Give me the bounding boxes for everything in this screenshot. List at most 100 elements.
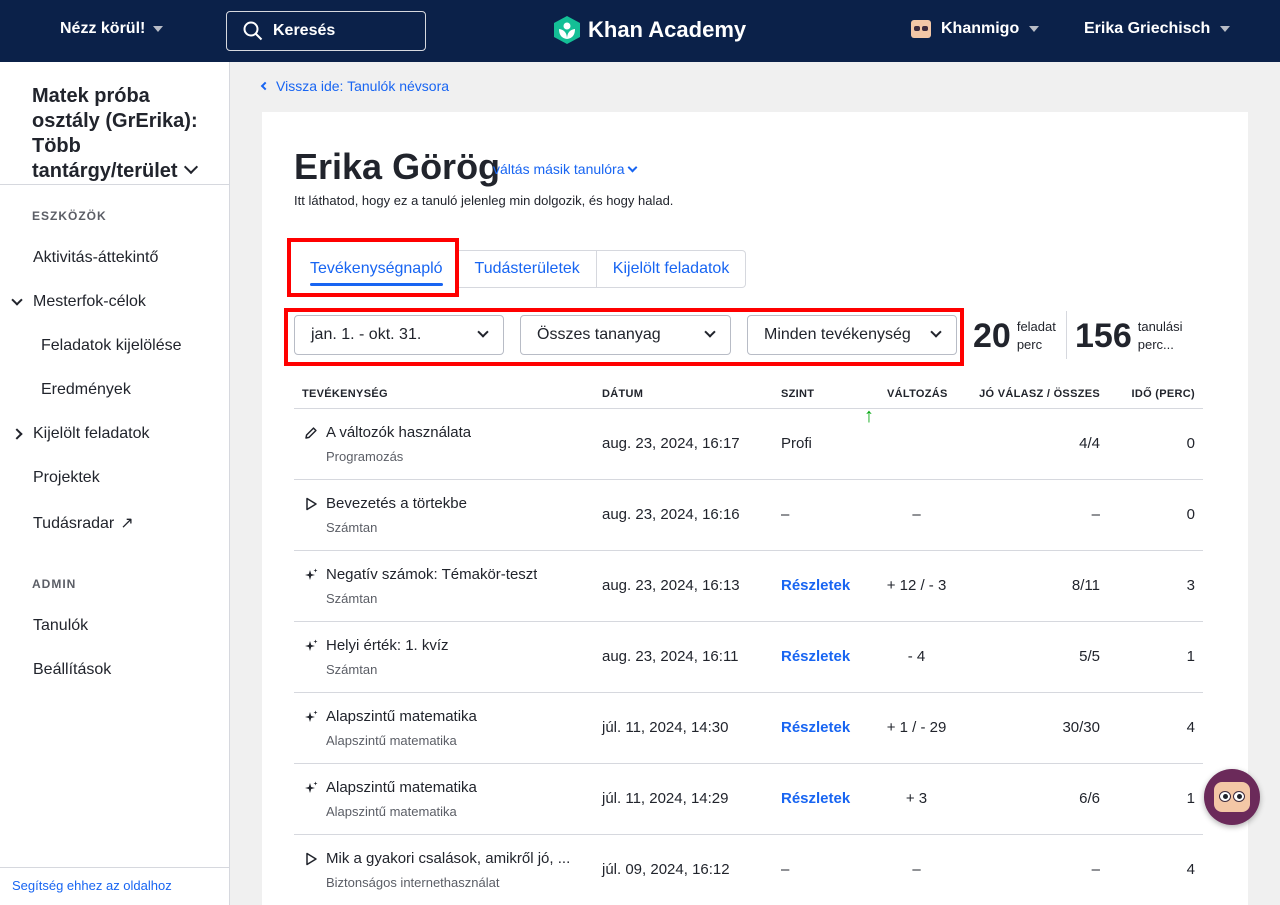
eye-icon bbox=[1219, 791, 1231, 802]
chevron-down-icon[interactable] bbox=[11, 294, 23, 306]
main-card: Erika Görög váltás másik tanulóra Itt lá… bbox=[262, 112, 1248, 905]
page-title: Erika Görög bbox=[294, 146, 501, 187]
tasks-stat-label: feladat perc bbox=[1017, 318, 1057, 354]
arrow-up-icon: ↑ bbox=[864, 405, 874, 427]
user-name: Erika Griechisch bbox=[1084, 20, 1211, 37]
sparkle-icon bbox=[305, 568, 318, 580]
activity-time: 1 bbox=[1186, 648, 1195, 665]
activity-title[interactable]: Bevezetés a törtekbe bbox=[326, 495, 467, 512]
activity-subject: Programozás bbox=[326, 449, 404, 464]
admin-heading: ADMIN bbox=[32, 577, 77, 591]
back-link-label: Vissza ide: Tanulók névsora bbox=[276, 78, 450, 94]
activity-subject: Alapszintű matematika bbox=[326, 733, 457, 748]
details-link[interactable]: Részletek bbox=[781, 719, 850, 736]
khanmigo-chat-button[interactable] bbox=[1204, 769, 1260, 825]
top-nav-bar: Nézz körül! Keresés Khan Academy Khanmig… bbox=[0, 0, 1280, 62]
back-link[interactable]: Vissza ide: Tanulók névsora bbox=[260, 78, 450, 94]
chevron-right-icon[interactable] bbox=[11, 428, 23, 440]
activity-date: aug. 23, 2024, 16:13 bbox=[602, 577, 740, 594]
activity-subject: Számtan bbox=[326, 662, 378, 677]
logo-text: Khan Academy bbox=[588, 17, 747, 42]
sidebar-item-assign-tasks[interactable]: Feladatok kijelölése bbox=[41, 337, 182, 355]
table-row[interactable]: Bevezetés a törtekbe Számtan aug. 23, 20… bbox=[294, 480, 1203, 551]
external-link-icon: ↗ bbox=[120, 515, 134, 532]
sidebar-item-knowledge-radar[interactable]: Tudásradar ↗ bbox=[33, 513, 134, 533]
tasks-stat-number: 20 bbox=[973, 316, 1011, 355]
header-level: SZINT bbox=[781, 388, 815, 400]
sidebar-item-projects[interactable]: Projektek bbox=[33, 469, 100, 487]
activity-date: aug. 23, 2024, 16:11 bbox=[602, 648, 739, 665]
details-link[interactable]: Részletek bbox=[781, 648, 850, 665]
activity-subject: Alapszintű matematika bbox=[326, 804, 457, 819]
activity-time: 1 bbox=[1186, 790, 1195, 807]
activity-title[interactable]: A változók használata bbox=[326, 424, 471, 441]
activity-correct: 5/5 bbox=[1079, 648, 1100, 665]
activity-subject: Biztonságos internethasználat bbox=[326, 875, 500, 890]
table-row[interactable]: Mik a gyakori csalások, amikről jó, ... … bbox=[294, 835, 1203, 905]
pencil-icon bbox=[305, 427, 317, 439]
switch-student-link[interactable]: váltás másik tanulóra bbox=[493, 161, 637, 177]
page-subtitle: Itt láthatod, hogy ez a tanuló jelenleg … bbox=[294, 193, 674, 208]
table-header: TEVÉKENYSÉG DÁTUM SZINT VÁLTOZÁS JÓ VÁLA… bbox=[294, 376, 1203, 409]
activity-correct: 6/6 bbox=[1079, 790, 1100, 807]
sidebar-item-activity-overview[interactable]: Aktivitás-áttekintő bbox=[33, 249, 158, 267]
search-placeholder: Keresés bbox=[273, 22, 336, 39]
search-icon bbox=[243, 21, 263, 41]
sidebar-item-label: Tudásradar bbox=[33, 515, 115, 532]
table-row[interactable]: Alapszintű matematika Alapszintű matemat… bbox=[294, 764, 1203, 835]
activity-time: 3 bbox=[1186, 577, 1195, 594]
sparkle-icon bbox=[305, 781, 318, 793]
activity-change: + 3 bbox=[905, 790, 928, 807]
sidebar-item-results[interactable]: Eredmények bbox=[41, 381, 131, 399]
sidebar-item-settings[interactable]: Beállítások bbox=[33, 661, 111, 679]
activity-title[interactable]: Negatív számok: Témakör-teszt bbox=[326, 566, 537, 583]
khan-academy-logo[interactable]: Khan Academy bbox=[554, 16, 746, 44]
tab-knowledge-areas[interactable]: Tudásterületek bbox=[458, 250, 597, 288]
chevron-down-icon bbox=[1220, 26, 1231, 32]
details-link[interactable]: Részletek bbox=[781, 790, 850, 807]
activity-date: júl. 11, 2024, 14:30 bbox=[602, 719, 729, 736]
explore-menu[interactable]: Nézz körül! bbox=[60, 20, 164, 38]
activity-correct: – bbox=[1091, 861, 1100, 878]
activity-time: 0 bbox=[1186, 506, 1195, 523]
activity-date: aug. 23, 2024, 16:16 bbox=[602, 506, 740, 523]
activity-title[interactable]: Alapszintű matematika bbox=[326, 708, 477, 725]
table-row[interactable]: Alapszintű matematika Alapszintű matemat… bbox=[294, 693, 1203, 764]
activity-subject: Számtan bbox=[326, 591, 378, 606]
user-menu[interactable]: Erika Griechisch bbox=[1084, 20, 1231, 38]
activity-date: aug. 23, 2024, 16:17 bbox=[602, 435, 740, 452]
activity-title[interactable]: Mik a gyakori csalások, amikről jó, ... bbox=[326, 850, 570, 867]
tab-assigned-tasks[interactable]: Kijelölt feladatok bbox=[596, 250, 747, 288]
learning-stat: 156 tanulási perc... bbox=[1075, 315, 1183, 357]
sidebar: Matek próba osztály (GrErika): Több tant… bbox=[0, 62, 230, 905]
activity-title[interactable]: Helyi érték: 1. kvíz bbox=[326, 637, 449, 654]
activity-correct: – bbox=[1091, 506, 1100, 523]
learning-stat-label-1: tanulási bbox=[1137, 319, 1183, 334]
sidebar-item-mastery-goals[interactable]: Mesterfok-célok bbox=[33, 293, 146, 311]
khanmigo-menu[interactable]: Khanmigo bbox=[911, 20, 1040, 38]
class-selector[interactable]: Matek próba osztály (GrErika): Több tant… bbox=[32, 84, 222, 184]
activity-title[interactable]: Alapszintű matematika bbox=[326, 779, 477, 796]
table-row[interactable]: A változók használata Programozás aug. 2… bbox=[294, 405, 1203, 480]
chevron-down-icon bbox=[153, 26, 164, 32]
chevron-down-icon bbox=[1029, 26, 1040, 32]
highlight-box-filters bbox=[284, 308, 964, 366]
activity-date: júl. 11, 2024, 14:29 bbox=[602, 790, 729, 807]
activity-subject: Számtan bbox=[326, 520, 378, 535]
activity-time: 0 bbox=[1186, 435, 1195, 452]
tasks-stat-label-1: feladat bbox=[1016, 319, 1056, 334]
help-link[interactable]: Segítség ehhez az oldalhoz bbox=[12, 878, 172, 893]
header-correct: JÓ VÁLASZ / ÖSSZES bbox=[979, 388, 1100, 400]
table-row[interactable]: Negatív számok: Témakör-teszt Számtan au… bbox=[294, 551, 1203, 622]
table-row[interactable]: Helyi érték: 1. kvíz Számtan aug. 23, 20… bbox=[294, 622, 1203, 693]
sidebar-item-assignments[interactable]: Kijelölt feladatok bbox=[33, 425, 150, 443]
search-input[interactable]: Keresés bbox=[226, 11, 426, 51]
sparkle-icon bbox=[305, 710, 318, 722]
details-link[interactable]: Részletek bbox=[781, 577, 850, 594]
header-activity: TEVÉKENYSÉG bbox=[302, 388, 388, 400]
explore-label: Nézz körül! bbox=[60, 20, 146, 37]
tasks-stat: 20 feladat perc bbox=[973, 315, 1059, 357]
sidebar-item-students[interactable]: Tanulók bbox=[33, 617, 88, 635]
help-bar: Segítség ehhez az oldalhoz bbox=[0, 867, 229, 905]
play-icon bbox=[306, 852, 317, 866]
